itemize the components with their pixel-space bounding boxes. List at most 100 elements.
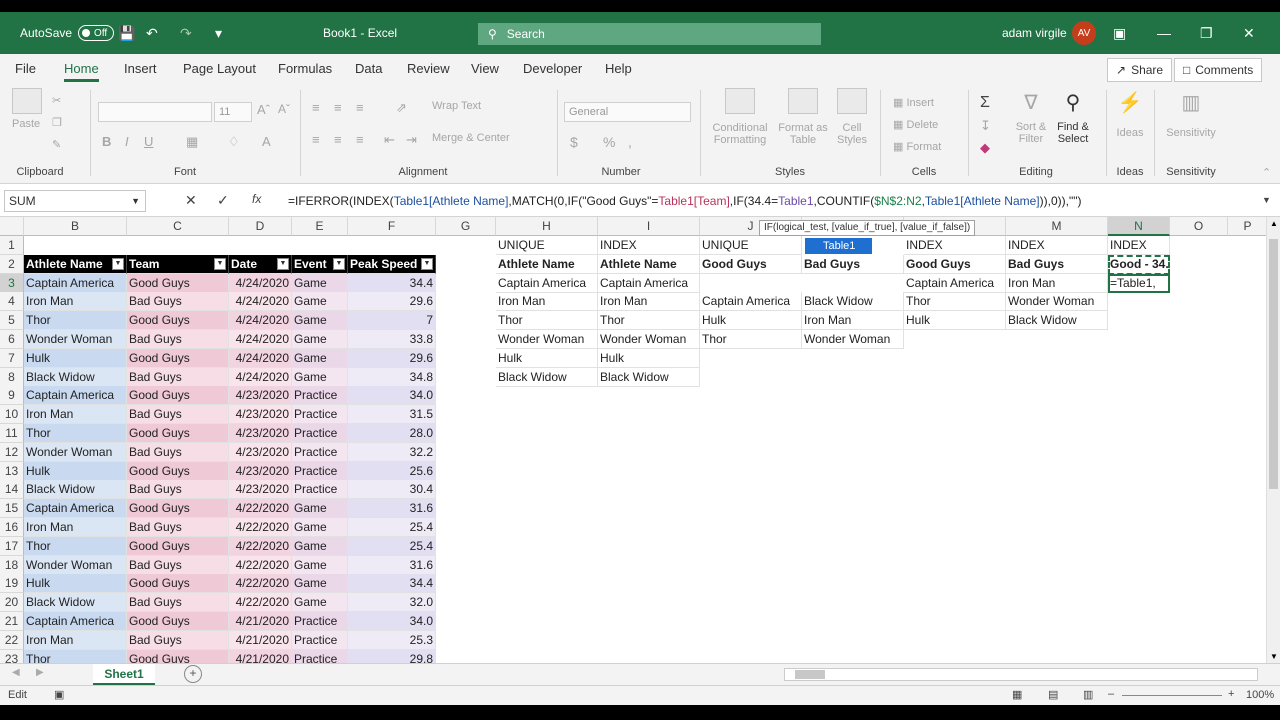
h-scroll-thumb[interactable] xyxy=(795,670,825,679)
column-header-n[interactable]: N xyxy=(1108,217,1170,236)
column-header-e[interactable]: E xyxy=(292,217,348,236)
cell-m4[interactable]: Wonder Woman xyxy=(1006,292,1108,312)
undo-icon[interactable]: ↶ xyxy=(146,12,176,54)
table-cell-date[interactable]: 4/22/2020 xyxy=(229,499,292,519)
table-cell-athlete[interactable]: Black Widow xyxy=(24,367,127,387)
insert-function-icon[interactable]: fx xyxy=(252,192,261,206)
table-cell-event[interactable]: Practice xyxy=(292,442,348,462)
horizontal-scrollbar[interactable] xyxy=(784,668,1258,681)
wrap-text-button[interactable]: Wrap Text xyxy=(432,100,481,112)
table-cell-speed[interactable]: 34.0 xyxy=(348,612,436,631)
table-cell-date[interactable]: 4/21/2020 xyxy=(229,649,292,663)
cancel-icon[interactable]: ✕ xyxy=(185,192,197,209)
sort-filter-button[interactable]: ∇ Sort & Filter xyxy=(1013,90,1049,145)
table-cell-date[interactable]: 4/23/2020 xyxy=(229,424,292,443)
page-break-view-icon[interactable]: ▥ xyxy=(1083,688,1093,701)
table-cell-team[interactable]: Good Guys xyxy=(127,461,229,481)
align-left-icon[interactable]: ≡ xyxy=(312,132,320,147)
orientation-icon[interactable]: ⇗ xyxy=(396,100,407,116)
table-cell-speed[interactable]: 30.4 xyxy=(348,480,436,500)
table-header-cell[interactable]: Event ▼ xyxy=(292,254,348,274)
table-cell-event[interactable]: Game xyxy=(292,499,348,519)
select-all-corner[interactable] xyxy=(0,217,24,236)
underline-icon[interactable]: U xyxy=(144,134,153,149)
cell-l2[interactable]: Good Guys xyxy=(904,254,1006,274)
cell-h4[interactable]: Iron Man xyxy=(496,292,598,312)
worksheet-grid[interactable]: BCDEFGHIJKLMNOP1234567891011121314151617… xyxy=(0,217,1266,663)
table-cell-team[interactable]: Bad Guys xyxy=(127,480,229,500)
redo-icon[interactable]: ↷ xyxy=(180,12,210,54)
table-cell-athlete[interactable]: Iron Man xyxy=(24,405,127,425)
table-cell-team[interactable]: Bad Guys xyxy=(127,292,229,312)
align-middle-icon[interactable]: ≡ xyxy=(334,100,342,115)
currency-icon[interactable]: $ xyxy=(570,134,578,150)
scroll-up-icon[interactable]: ▲ xyxy=(1270,219,1278,228)
cell-k2[interactable]: Bad Guys xyxy=(802,254,904,274)
table-cell-athlete[interactable]: Wonder Woman xyxy=(24,330,127,349)
font-size-combo[interactable]: 11 xyxy=(214,102,252,122)
table-cell-team[interactable]: Good Guys xyxy=(127,386,229,406)
vertical-scrollbar[interactable]: ▲ ▼ xyxy=(1266,217,1280,663)
table-cell-team[interactable]: Bad Guys xyxy=(127,593,229,613)
tab-data[interactable]: Data xyxy=(355,54,382,84)
table-cell-event[interactable]: Game xyxy=(292,574,348,594)
table-cell-speed[interactable]: 29.6 xyxy=(348,348,436,368)
row-header-23[interactable]: 23 xyxy=(0,649,24,663)
table-cell-athlete[interactable]: Thor xyxy=(24,311,127,331)
row-header-5[interactable]: 5 xyxy=(0,311,24,331)
table-cell-speed[interactable]: 25.3 xyxy=(348,630,436,650)
row-header-4[interactable]: 4 xyxy=(0,292,24,312)
cell-j5[interactable]: Hulk xyxy=(700,311,802,331)
tab-formulas[interactable]: Formulas xyxy=(278,54,332,84)
cell-i2[interactable]: Athlete Name xyxy=(598,254,700,274)
table-cell-athlete[interactable]: Iron Man xyxy=(24,518,127,537)
column-header-g[interactable]: G xyxy=(436,217,496,236)
cell-k6[interactable]: Wonder Woman xyxy=(802,330,904,349)
cell-h3[interactable]: Captain America xyxy=(496,273,598,293)
comma-icon[interactable]: , xyxy=(628,134,632,150)
cell-n2[interactable]: Good - 34.4 xyxy=(1108,254,1170,274)
format-as-table-button[interactable]: Format as Table xyxy=(775,88,831,146)
table-cell-date[interactable]: 4/24/2020 xyxy=(229,348,292,368)
table-cell-date[interactable]: 4/24/2020 xyxy=(229,273,292,293)
align-bottom-icon[interactable]: ≡ xyxy=(356,100,364,115)
table-cell-date[interactable]: 4/21/2020 xyxy=(229,612,292,631)
table-cell-date[interactable]: 4/23/2020 xyxy=(229,405,292,425)
table-cell-speed[interactable]: 25.4 xyxy=(348,536,436,556)
table-cell-athlete[interactable]: Black Widow xyxy=(24,480,127,500)
cell-j6[interactable]: Thor xyxy=(700,330,802,349)
table-cell-team[interactable]: Good Guys xyxy=(127,273,229,293)
table-cell-team[interactable]: Good Guys xyxy=(127,348,229,368)
table-cell-date[interactable]: 4/24/2020 xyxy=(229,367,292,387)
table-header-cell[interactable]: Date ▼ xyxy=(229,254,292,274)
table-cell-speed[interactable]: 31.6 xyxy=(348,555,436,575)
filter-dropdown-icon[interactable]: ▼ xyxy=(333,257,345,270)
table-cell-team[interactable]: Bad Guys xyxy=(127,518,229,537)
cell-i4[interactable]: Iron Man xyxy=(598,292,700,312)
avatar[interactable]: AV xyxy=(1072,21,1096,45)
cell-h8[interactable]: Black Widow xyxy=(496,367,598,387)
add-sheet-icon[interactable]: + xyxy=(184,665,202,683)
table-cell-athlete[interactable]: Wonder Woman xyxy=(24,442,127,462)
table-cell-speed[interactable]: 28.0 xyxy=(348,424,436,443)
cell-i6[interactable]: Wonder Woman xyxy=(598,330,700,349)
column-header-o[interactable]: O xyxy=(1170,217,1228,236)
name-box[interactable]: SUM ▼ xyxy=(4,190,146,212)
cut-icon[interactable]: ✂ xyxy=(52,94,61,107)
fill-color-icon[interactable]: ♢ xyxy=(228,134,240,150)
table-cell-team[interactable]: Good Guys xyxy=(127,612,229,631)
table-cell-event[interactable]: Game xyxy=(292,518,348,537)
row-header-18[interactable]: 18 xyxy=(0,555,24,575)
cell-j4[interactable]: Captain America xyxy=(700,292,802,312)
row-header-9[interactable]: 9 xyxy=(0,386,24,406)
cell-h2[interactable]: Athlete Name xyxy=(496,254,598,274)
share-button[interactable]: ↗ Share xyxy=(1107,58,1173,82)
cell-h6[interactable]: Wonder Woman xyxy=(496,330,598,349)
cell-i8[interactable]: Black Widow xyxy=(598,367,700,387)
cell-l3[interactable]: Captain America xyxy=(904,273,1006,293)
row-header-1[interactable]: 1 xyxy=(0,236,24,255)
row-header-8[interactable]: 8 xyxy=(0,367,24,387)
table-cell-date[interactable]: 4/22/2020 xyxy=(229,536,292,556)
row-header-16[interactable]: 16 xyxy=(0,518,24,537)
table-cell-athlete[interactable]: Thor xyxy=(24,536,127,556)
